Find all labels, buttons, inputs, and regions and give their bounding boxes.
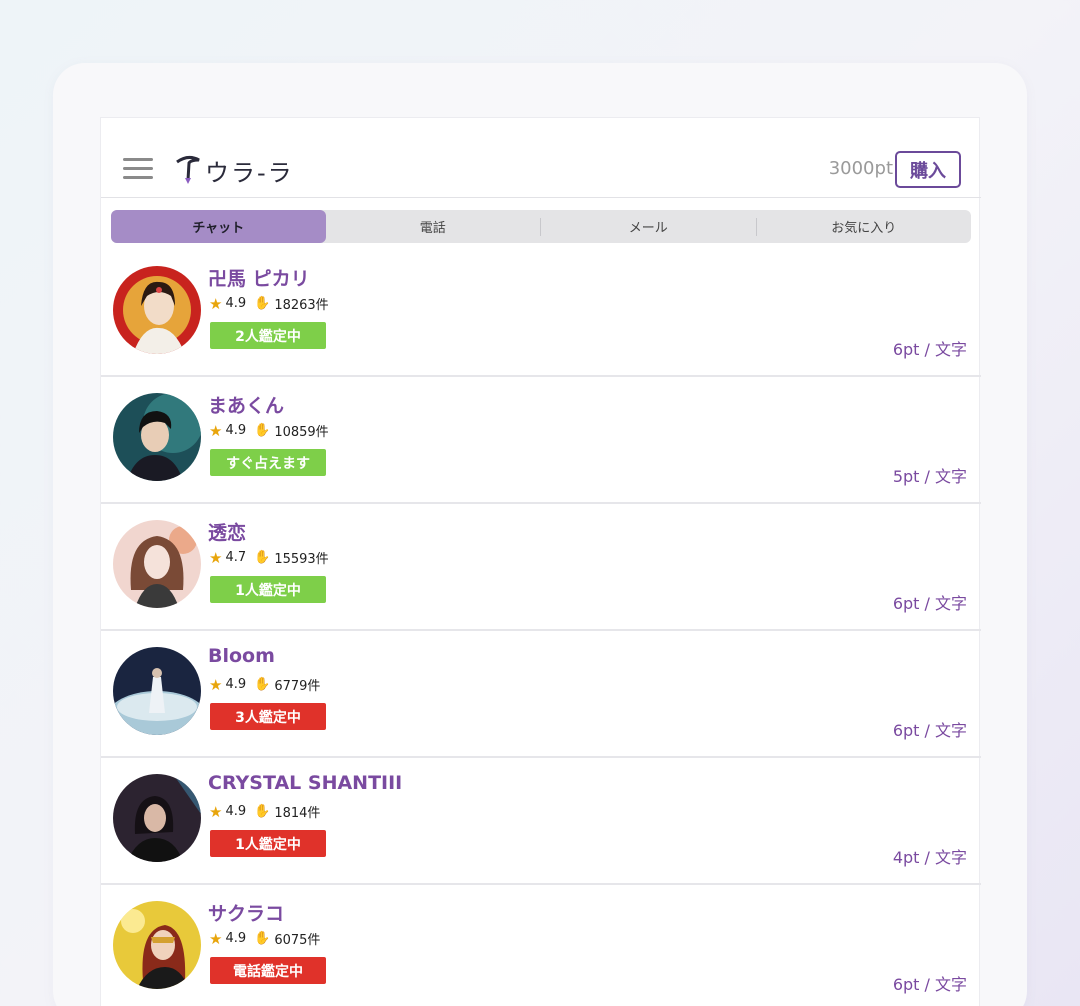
teller-name: サクラコ	[208, 903, 285, 925]
teller-stats: ★ 4.9 ✋ 18263件	[209, 294, 329, 314]
status-badge: 1人鑑定中	[210, 576, 326, 603]
star-icon: ★	[209, 929, 223, 948]
status-badge: 1人鑑定中	[210, 830, 326, 857]
rating: 4.9	[225, 296, 247, 311]
app-frame: ウラ-ラ 3000pt 購入 チャット 電話 メール お気に入り 卍馬 ピカリ …	[100, 117, 981, 1006]
price: 4pt / 文字	[892, 848, 967, 867]
price: 6pt / 文字	[892, 594, 967, 613]
price: 6pt / 文字	[892, 340, 967, 359]
avatar	[113, 774, 201, 862]
rating: 4.7	[225, 550, 247, 565]
list-item[interactable]: サクラコ ★ 4.9 ✋ 6075件 電話鑑定中 6pt / 文字	[101, 885, 981, 1006]
teller-name: 透恋	[208, 522, 247, 544]
hand-icon: ✋	[254, 804, 271, 819]
avatar	[113, 266, 201, 354]
star-icon: ★	[209, 548, 223, 567]
avatar	[113, 901, 201, 989]
teller-name: CRYSTAL SHANTIII	[208, 772, 403, 794]
review-count: 6779件	[274, 679, 321, 694]
hand-icon: ✋	[254, 677, 271, 692]
teller-stats: ★ 4.9 ✋ 1814件	[209, 802, 321, 822]
price: 6pt / 文字	[892, 721, 967, 740]
status-badge: すぐ占えます	[210, 449, 326, 476]
rating: 4.9	[225, 423, 247, 438]
price: 6pt / 文字	[892, 975, 967, 994]
teller-stats: ★ 4.7 ✋ 15593件	[209, 548, 329, 568]
rating: 4.9	[225, 677, 247, 692]
buy-button[interactable]: 購入	[895, 151, 961, 188]
tab-favorites[interactable]: お気に入り	[757, 210, 972, 243]
avatar	[113, 647, 201, 735]
star-icon: ★	[209, 294, 223, 313]
teller-stats: ★ 4.9 ✋ 6779件	[209, 675, 321, 695]
review-count: 18263件	[274, 298, 329, 313]
teller-stats: ★ 4.9 ✋ 6075件	[209, 929, 321, 949]
status-badge: 電話鑑定中	[210, 957, 326, 984]
star-icon: ★	[209, 802, 223, 821]
list-item[interactable]: 卍馬 ピカリ ★ 4.9 ✋ 18263件 2人鑑定中 6pt / 文字	[101, 250, 981, 377]
hand-icon: ✋	[254, 423, 271, 438]
app-name: ウラ-ラ	[205, 158, 294, 187]
category-tabs: チャット 電話 メール お気に入り	[111, 210, 971, 243]
hand-icon: ✋	[254, 931, 271, 946]
status-badge: 2人鑑定中	[210, 322, 326, 349]
teller-name: 卍馬 ピカリ	[208, 268, 310, 290]
teller-name: Bloom	[208, 645, 275, 667]
list-item[interactable]: CRYSTAL SHANTIII ★ 4.9 ✋ 1814件 1人鑑定中 4pt…	[101, 758, 981, 885]
tab-mail[interactable]: メール	[541, 210, 756, 243]
list-item[interactable]: まあくん ★ 4.9 ✋ 10859件 すぐ占えます 5pt / 文字	[101, 377, 981, 504]
tab-chat[interactable]: チャット	[111, 210, 326, 243]
review-count: 6075件	[274, 933, 321, 948]
price: 5pt / 文字	[892, 467, 967, 486]
avatar	[113, 393, 201, 481]
teller-stats: ★ 4.9 ✋ 10859件	[209, 421, 329, 441]
points-balance: 3000pt	[828, 158, 893, 179]
avatar	[113, 520, 201, 608]
star-icon: ★	[209, 675, 223, 694]
app-header: ウラ-ラ 3000pt 購入	[101, 118, 981, 198]
rating: 4.9	[225, 804, 247, 819]
app-logo[interactable]: ウラ-ラ	[175, 152, 294, 188]
rating: 4.9	[225, 931, 247, 946]
review-count: 10859件	[274, 425, 329, 440]
review-count: 15593件	[274, 552, 329, 567]
tab-phone[interactable]: 電話	[326, 210, 541, 243]
star-icon: ★	[209, 421, 223, 440]
fortune-teller-list: 卍馬 ピカリ ★ 4.9 ✋ 18263件 2人鑑定中 6pt / 文字 まあく…	[101, 250, 981, 1006]
list-item[interactable]: Bloom ★ 4.9 ✋ 6779件 3人鑑定中 6pt / 文字	[101, 631, 981, 758]
list-item[interactable]: 透恋 ★ 4.7 ✋ 15593件 1人鑑定中 6pt / 文字	[101, 504, 981, 631]
hand-icon: ✋	[254, 296, 271, 311]
teller-name: まあくん	[208, 395, 285, 417]
logo-icon	[176, 155, 200, 184]
status-badge: 3人鑑定中	[210, 703, 326, 730]
menu-icon[interactable]	[123, 158, 155, 182]
hand-icon: ✋	[254, 550, 271, 565]
review-count: 1814件	[274, 806, 321, 821]
